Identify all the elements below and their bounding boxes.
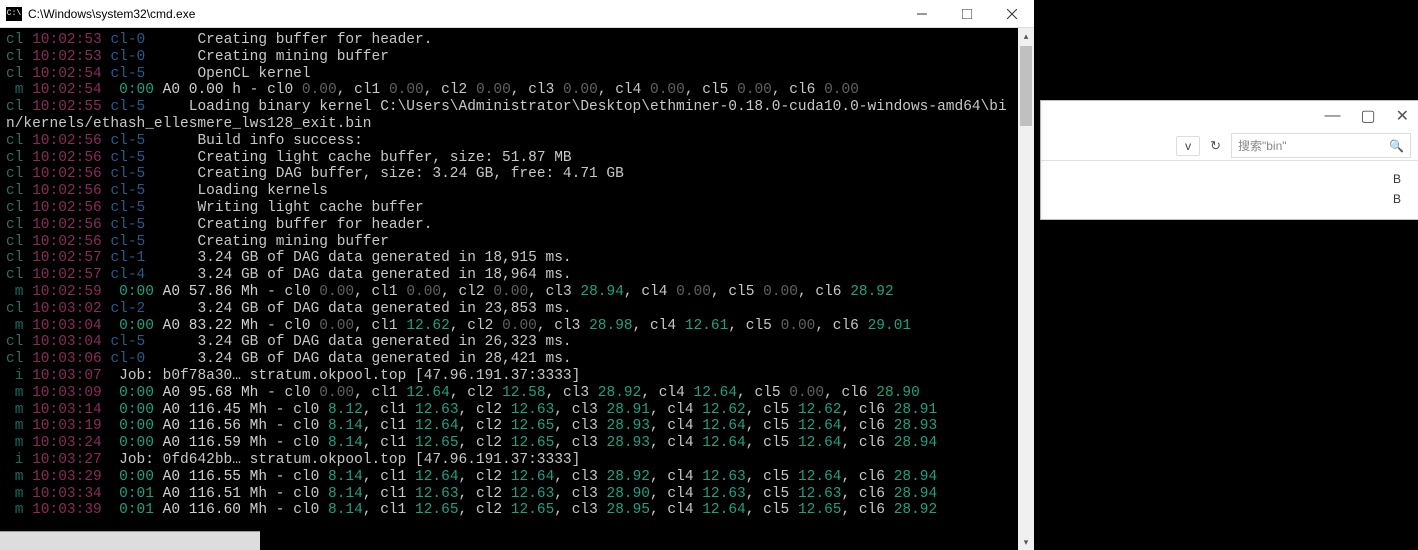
scroll-thumb[interactable] <box>1020 46 1032 126</box>
console-line: cl 10:03:06 cl-0 3.24 GB of DAG data gen… <box>6 351 1012 368</box>
console-line: cl 10:02:56 cl-5 Build info success: <box>6 133 1012 150</box>
console-line: m 10:03:34 0:01 A0 116.51 Mh - cl0 8.14,… <box>6 486 1012 503</box>
refresh-icon[interactable]: ↻ <box>1206 138 1225 154</box>
close-button[interactable] <box>989 0 1034 28</box>
console-line: cl 10:02:56 cl-5 Creating light cache bu… <box>6 150 1012 167</box>
list-item[interactable]: B <box>1041 189 1418 209</box>
scroll-down-icon[interactable]: ▾ <box>1018 534 1034 550</box>
console-line: cl 10:03:04 cl-5 3.24 GB of DAG data gen… <box>6 334 1012 351</box>
console-line: cl 10:02:56 cl-5 Creating buffer for hea… <box>6 217 1012 234</box>
cmd-titlebar[interactable]: C:\ C:\Windows\system32\cmd.exe <box>0 0 1034 28</box>
minimize-icon[interactable]: — <box>1324 107 1340 125</box>
close-icon[interactable]: ✕ <box>1396 106 1409 126</box>
console-line: m 10:03:19 0:00 A0 116.56 Mh - cl0 8.14,… <box>6 418 1012 435</box>
minimize-button[interactable] <box>899 0 944 28</box>
console-line: cl 10:02:56 cl-5 Writing light cache buf… <box>6 200 1012 217</box>
search-input[interactable]: 搜索"bin" 🔍 <box>1231 133 1411 158</box>
cmd-window[interactable]: C:\ C:\Windows\system32\cmd.exe cl 10:02… <box>0 0 1034 550</box>
taskbar-fragment[interactable] <box>0 531 260 550</box>
explorer-titlebar: — ▢ ✕ <box>1041 101 1418 131</box>
explorer-window[interactable]: — ▢ ✕ v ↻ 搜索"bin" 🔍 B B <box>1040 100 1418 220</box>
console-line: m 10:03:09 0:00 A0 95.68 Mh - cl0 0.00, … <box>6 385 1012 402</box>
maximize-button[interactable] <box>944 0 989 28</box>
console-line: m 10:02:54 0:00 A0 0.00 h - cl0 0.00, cl… <box>6 82 1012 99</box>
console-line: i 10:03:27 Job: 0fd642bb… stratum.okpool… <box>6 452 1012 469</box>
explorer-toolbar: v ↻ 搜索"bin" 🔍 <box>1041 131 1418 161</box>
scrollbar[interactable]: ▴ ▾ <box>1018 28 1034 550</box>
address-dropdown[interactable]: v <box>1176 136 1200 156</box>
search-icon: 🔍 <box>1389 139 1404 153</box>
console-line: m 10:03:24 0:00 A0 116.59 Mh - cl0 8.14,… <box>6 435 1012 452</box>
chevron-down-icon: v <box>1185 139 1191 153</box>
console-line: cl 10:02:53 cl-0 Creating mining buffer <box>6 49 1012 66</box>
list-item[interactable]: B <box>1041 169 1418 189</box>
cmd-title: C:\Windows\system32\cmd.exe <box>28 7 899 21</box>
console-line: m 10:03:14 0:00 A0 116.45 Mh - cl0 8.12,… <box>6 402 1012 419</box>
console-line: cl 10:03:02 cl-2 3.24 GB of DAG data gen… <box>6 301 1012 318</box>
console-line: cl 10:02:54 cl-5 OpenCL kernel <box>6 66 1012 83</box>
console-line: cl 10:02:56 cl-5 Creating DAG buffer, si… <box>6 166 1012 183</box>
console-line: m 10:03:29 0:00 A0 116.55 Mh - cl0 8.14,… <box>6 469 1012 486</box>
console-line: cl 10:02:56 cl-5 Loading kernels <box>6 183 1012 200</box>
console-line: cl 10:02:57 cl-1 3.24 GB of DAG data gen… <box>6 250 1012 267</box>
console-area[interactable]: cl 10:02:53 cl-0 Creating buffer for hea… <box>0 28 1034 550</box>
search-placeholder: 搜索"bin" <box>1238 137 1287 154</box>
console-line: m 10:03:04 0:00 A0 83.22 Mh - cl0 0.00, … <box>6 318 1012 335</box>
explorer-body: B B <box>1041 161 1418 217</box>
maximize-icon[interactable]: ▢ <box>1360 106 1375 126</box>
console-output: cl 10:02:53 cl-0 Creating buffer for hea… <box>0 28 1018 550</box>
console-line: m 10:02:59 0:00 A0 57.86 Mh - cl0 0.00, … <box>6 284 1012 301</box>
console-line: cl 10:02:57 cl-4 3.24 GB of DAG data gen… <box>6 267 1012 284</box>
console-line: cl 10:02:55 cl-5 Loading binary kernel C… <box>6 99 1012 133</box>
console-line: cl 10:02:56 cl-5 Creating mining buffer <box>6 234 1012 251</box>
console-line: cl 10:02:53 cl-0 Creating buffer for hea… <box>6 32 1012 49</box>
console-line: m 10:03:39 0:01 A0 116.60 Mh - cl0 8.14,… <box>6 502 1012 519</box>
cmd-icon: C:\ <box>6 7 22 21</box>
console-line: i 10:03:07 Job: b0f78a30… stratum.okpool… <box>6 368 1012 385</box>
scroll-up-icon[interactable]: ▴ <box>1018 28 1034 44</box>
